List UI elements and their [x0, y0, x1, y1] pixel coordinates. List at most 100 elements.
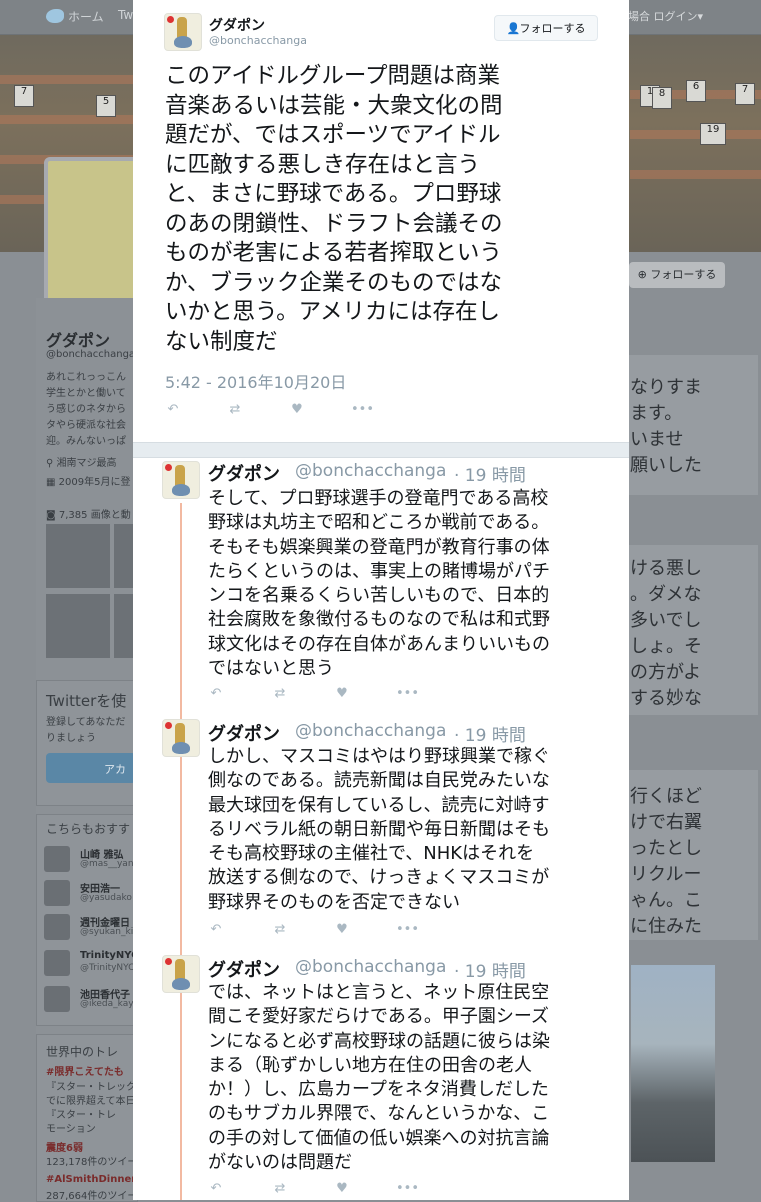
avatar[interactable] — [162, 461, 200, 499]
tweet-time[interactable]: · 19 時間 — [454, 721, 526, 746]
retweet-icon[interactable]: ⇄ — [272, 922, 288, 938]
reply-icon[interactable]: ↶ — [165, 402, 181, 418]
tweet-text-line: か！）し、広島カープをネタ消費しだした — [208, 1079, 549, 1101]
background-tweet-fragment: けで右翼 — [630, 812, 702, 833]
tweet-text-line: ンになると必ず高校野球の話題に彼らは染 — [208, 1030, 550, 1052]
more-icon[interactable]: ••• — [396, 1181, 419, 1197]
tweet-text-line: ない制度だ — [165, 328, 278, 355]
trend-item[interactable]: 震度6弱 — [46, 1139, 83, 1154]
profile-joined-text: 2009年5月に登 — [58, 477, 131, 488]
heart-icon[interactable]: ♥ — [334, 922, 350, 938]
more-icon[interactable]: ••• — [351, 402, 374, 418]
suggested-user-handle: @syukan_ki — [80, 927, 134, 937]
suggested-user-handle: @TrinityNYC — [80, 963, 135, 973]
trend-desc: モーション — [46, 1124, 96, 1135]
calendar-icon: ▦ — [46, 477, 59, 488]
tweet-text-line: 題だが、ではスポーツでアイドル — [165, 122, 501, 148]
tweet-permalink-column: グダポン @bonchacchanga 👤フォローする このアイドルグループ問題… — [133, 0, 629, 1200]
retweet-icon[interactable]: ⇄ — [272, 1181, 288, 1197]
retweet-icon[interactable]: ⇄ — [227, 402, 243, 418]
avatar[interactable] — [162, 955, 200, 993]
home-label: ホーム — [68, 10, 104, 24]
tweet-text-line: そも高校野球の主催社で、NHKはそれを — [208, 843, 535, 865]
background-tweet-fragment: 。ダメな — [630, 584, 702, 605]
trend-desc: 123,178件のツイー — [46, 1157, 138, 1168]
media-link[interactable]: ◙ 7,385 画像と動 — [46, 506, 131, 521]
tweet-text-line: に匹敵する悪しき存在はと言う — [165, 151, 481, 178]
follow-button-background[interactable]: ⊕ フォローする — [629, 262, 725, 288]
home-link[interactable]: ホーム — [46, 8, 104, 25]
media-thumbnail[interactable] — [46, 524, 110, 588]
profile-bio-line: 迎。みんないっぱ — [46, 436, 126, 447]
profile-bio-line: タやら硬派な社会 — [46, 420, 126, 431]
tweet-text-line: ンコを名乗るくらい苦しいもので、日本的 — [208, 585, 550, 607]
section-divider — [133, 442, 629, 458]
tweet-text-line: がないのは問題だ — [208, 1152, 352, 1174]
author-name[interactable]: グダポン — [208, 460, 280, 486]
heart-icon[interactable]: ♥ — [334, 686, 350, 702]
store-sign: 7 — [14, 85, 34, 107]
avatar — [44, 950, 70, 976]
author-name[interactable]: グダポン — [208, 720, 280, 746]
reply-icon[interactable]: ↶ — [208, 686, 224, 702]
topbar-tab[interactable]: Tw — [118, 8, 133, 22]
background-tweet-fragment: 願いした — [630, 455, 702, 476]
trend-item[interactable]: #限界こえてたも — [46, 1063, 124, 1078]
join-card-title: Twitterを使 — [46, 692, 127, 710]
store-sign: 8 — [652, 87, 672, 109]
author-name[interactable]: グダポン — [208, 956, 280, 982]
suggested-user-handle: @yasudako — [80, 893, 132, 903]
signup-button-label: アカ — [104, 763, 126, 776]
more-icon[interactable]: ••• — [396, 922, 419, 938]
tweet-text-line: と、まさに野球である。プロ野球 — [165, 181, 502, 207]
profile-location: ⚲ 湘南マジ最高 — [46, 454, 117, 469]
heart-icon[interactable]: ♥ — [334, 1181, 350, 1197]
who-to-follow-title: こちらもおすす — [46, 822, 131, 836]
tweet-actions: ↶ ⇄ ♥ ••• — [208, 1181, 428, 1197]
follow-button[interactable]: 👤フォローする — [494, 15, 598, 41]
avatar[interactable] — [162, 719, 200, 757]
tweet-time[interactable]: · 19 時間 — [454, 957, 526, 982]
tweet-text-line: 社会腐敗を象徴付るものなので私は和式野 — [208, 609, 550, 631]
tweet-text-line: いかと思う。アメリカには存在し — [165, 299, 501, 325]
trends-title: 世界中のトレ — [46, 1045, 119, 1059]
tweet-text: このアイドルグループ問題は商業 音楽あるいは芸能・大衆文化の問 題だが、ではスポ… — [165, 62, 605, 357]
store-sign: 6 — [686, 80, 706, 102]
more-icon[interactable]: ••• — [396, 686, 419, 702]
tweet-time[interactable]: · 19 時間 — [454, 461, 526, 486]
author-name[interactable]: グダポン — [209, 15, 265, 35]
reply-icon[interactable]: ↶ — [208, 922, 224, 938]
avatar[interactable] — [164, 13, 202, 51]
media-thumbnail[interactable] — [46, 594, 110, 658]
tweet-actions: ↶ ⇄ ♥ ••• — [165, 402, 385, 418]
background-tweet-fragment: 多いでし — [630, 610, 702, 631]
background-tweet-fragment: なりすま — [630, 377, 702, 398]
background-tweet-fragment: 行くほど — [630, 786, 702, 807]
tweet-timestamp[interactable]: 5:42 - 2016年10月20日 — [165, 369, 346, 393]
author-handle[interactable]: @bonchacchanga — [295, 721, 446, 741]
profile-handle: @bonchacchanga — [46, 349, 136, 360]
main-tweet: グダポン @bonchacchanga 👤フォローする このアイドルグループ問題… — [133, 0, 629, 442]
tweet-text-line: るリベラル紙の朝日新聞や毎日新聞はそも — [208, 818, 550, 840]
login-link[interactable]: の場合 ログイン▾ — [617, 8, 703, 24]
tweet-text-line: 側なのである。読売新聞は自民党みたいな — [208, 770, 550, 792]
author-handle[interactable]: @bonchacchanga — [295, 957, 446, 977]
suggested-user-handle: @mas__yan — [80, 859, 134, 869]
trend-item[interactable]: #AlSmithDinner — [46, 1174, 136, 1185]
store-sign: 7 — [735, 83, 755, 105]
background-tweet-fragment: ゃん。こ — [630, 890, 702, 911]
heart-icon[interactable]: ♥ — [289, 402, 305, 418]
tweet-text-line: ものが老害による若者搾取という — [165, 240, 502, 266]
camera-icon: ◙ — [46, 510, 59, 521]
author-handle[interactable]: @bonchacchanga — [295, 461, 446, 481]
signup-button[interactable]: アカ — [46, 753, 136, 783]
retweet-icon[interactable]: ⇄ — [272, 686, 288, 702]
background-tweet-fragment: リクルー — [630, 864, 702, 885]
author-handle[interactable]: @bonchacchanga — [209, 34, 307, 47]
person-add-icon: ⊕ — [637, 268, 651, 281]
background-tweet-fragment: の方がよ — [630, 662, 702, 683]
reply-icon[interactable]: ↶ — [208, 1181, 224, 1197]
tweet-text-line: そもそも娯楽興業の登竜門が教育行事の体 — [208, 536, 550, 558]
tweet-text-line: では、ネットはと言うと、ネット原住民空 — [208, 982, 550, 1003]
suggested-user-handle: @ikeda_kay — [80, 999, 134, 1009]
